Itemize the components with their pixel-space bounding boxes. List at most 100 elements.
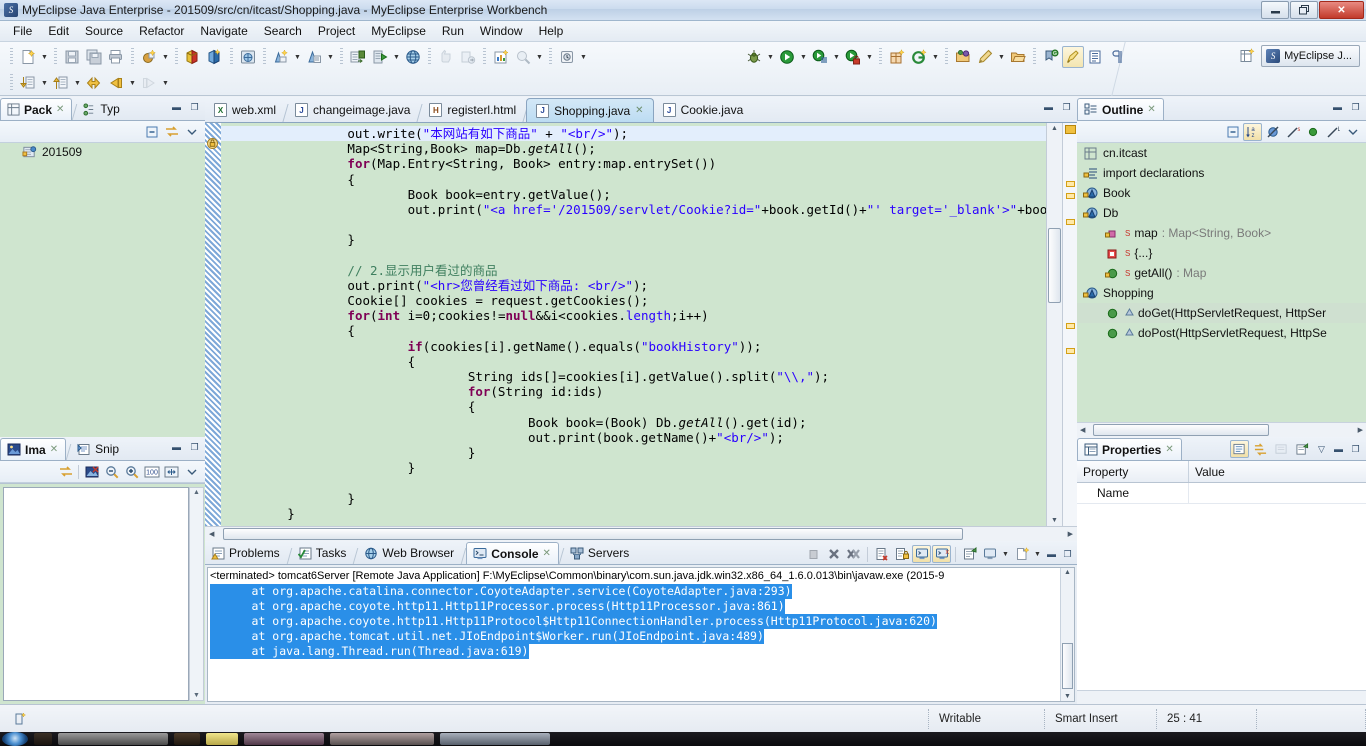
scroll-down-icon[interactable]: ▼ [1064, 693, 1071, 700]
menu-search[interactable]: Search [256, 22, 310, 40]
close-icon[interactable]: ✕ [50, 444, 58, 455]
restore-default-icon[interactable] [1272, 440, 1291, 458]
properties-table[interactable]: Name [1077, 483, 1366, 690]
editor-tab-cookie[interactable]: J Cookie.java [654, 98, 753, 122]
run-secure-icon[interactable] [842, 46, 864, 68]
maximize-view-icon[interactable]: ❐ [1348, 442, 1363, 456]
open-console-dropdown-icon[interactable]: ▼ [1032, 543, 1043, 565]
search-icon[interactable] [512, 46, 534, 68]
view-menu-icon[interactable] [1343, 123, 1362, 141]
tab-snippets[interactable]: Snip [71, 438, 126, 460]
taskbar-item[interactable] [244, 733, 324, 745]
zoom-in-icon[interactable] [122, 463, 141, 481]
close-icon[interactable]: ✕ [56, 104, 64, 115]
toggle-mark-occurrences-icon[interactable]: G [1040, 46, 1062, 68]
scroll-left-icon[interactable]: ◀ [205, 530, 214, 538]
minimize-view-icon[interactable]: ▬ [169, 440, 184, 454]
editor-vertical-scrollbar[interactable]: ▲ ▼ [1046, 123, 1062, 526]
toolbar-grip[interactable] [10, 48, 13, 66]
view-menu-icon[interactable] [182, 123, 201, 141]
toolbar-grip-14[interactable] [1033, 48, 1036, 66]
tab-web-browser[interactable]: Web Browser [358, 542, 461, 564]
editor-tab-shopping[interactable]: J Shopping.java ✕ [526, 98, 654, 122]
view-menu-icon[interactable] [182, 463, 201, 481]
open-web-browser-icon[interactable] [402, 46, 424, 68]
menu-source[interactable]: Source [77, 22, 131, 40]
new-servlet-dropdown-icon[interactable]: ▼ [292, 46, 303, 68]
maximize-view-icon[interactable]: ❐ [187, 440, 202, 454]
zoom-out-icon[interactable] [102, 463, 121, 481]
debug-icon[interactable] [743, 46, 765, 68]
maximize-view-icon[interactable]: ❐ [1348, 100, 1363, 114]
last-edit-dropdown-icon[interactable]: ▼ [578, 46, 589, 68]
table-row[interactable]: Name [1077, 483, 1366, 504]
scrollbar-thumb[interactable] [1048, 228, 1061, 303]
git-dropdown-icon[interactable]: ▼ [930, 46, 941, 68]
minimize-console-icon[interactable]: ▬ [1044, 547, 1059, 561]
previous-annotation-icon[interactable] [50, 72, 72, 94]
hide-static-icon[interactable]: s [1283, 123, 1302, 141]
forward-icon[interactable] [138, 72, 160, 94]
zoom-100-icon[interactable]: 100 [142, 463, 161, 481]
tab-image-viewer[interactable]: Ima ✕ [0, 438, 67, 460]
editor-gutter[interactable] [205, 123, 221, 526]
show-categories-icon[interactable] [1230, 440, 1249, 458]
scroll-up-icon[interactable]: ▲ [1064, 569, 1071, 576]
open-folder-icon[interactable] [1007, 46, 1029, 68]
scroll-left-icon[interactable]: ◀ [1077, 426, 1085, 434]
clear-console-icon[interactable] [872, 545, 891, 563]
show-advanced-icon[interactable] [1251, 440, 1270, 458]
taskbar-item[interactable] [174, 733, 200, 745]
menu-run[interactable]: Run [434, 22, 472, 40]
outline-item[interactable]: SgetAll() : Map [1077, 263, 1366, 283]
menu-help[interactable]: Help [531, 22, 572, 40]
outline-horizontal-scrollbar[interactable]: ◀ ▶ [1077, 422, 1366, 437]
next-annotation-dropdown-icon[interactable]: ▼ [39, 72, 50, 94]
block-selection-icon[interactable] [1084, 46, 1106, 68]
scroll-right-icon[interactable]: ▶ [1068, 530, 1073, 538]
deploy-icon[interactable] [182, 46, 204, 68]
toolbar-grip-11[interactable] [10, 74, 13, 92]
tree-item-project[interactable]: 201509 [0, 143, 205, 161]
minimize-editor-icon[interactable]: ▬ [1041, 100, 1056, 114]
view-menu-icon[interactable]: ▽ [1314, 442, 1329, 456]
start-button-icon[interactable] [2, 732, 28, 746]
minimize-button[interactable] [1261, 1, 1289, 19]
toolbar-grip-3[interactable] [131, 48, 134, 66]
link-with-editor-icon[interactable] [56, 463, 75, 481]
package-explorer-tree[interactable]: 201509 [0, 143, 205, 437]
collapse-all-icon[interactable] [1223, 123, 1242, 141]
print-icon[interactable] [105, 46, 127, 68]
console-trace-line[interactable]: at org.apache.coyote.http11.Http11Protoc… [210, 614, 1058, 629]
outline-hscrollbar-thumb[interactable] [1093, 424, 1269, 436]
console-scrollbar-thumb[interactable] [1062, 643, 1073, 689]
validate-icon[interactable] [435, 46, 457, 68]
forward-history-icon[interactable] [105, 72, 127, 94]
db-browser-icon[interactable] [347, 46, 369, 68]
pin-console-icon[interactable] [960, 545, 979, 563]
scroll-lock-icon[interactable] [892, 545, 911, 563]
previous-annotation-dropdown-icon[interactable]: ▼ [72, 72, 83, 94]
scroll-up-icon[interactable]: ▲ [1051, 125, 1058, 132]
menu-refactor[interactable]: Refactor [131, 22, 192, 40]
outline-item[interactable]: Book [1077, 183, 1366, 203]
taskbar-item[interactable] [34, 733, 52, 745]
fit-to-window-icon[interactable] [162, 463, 181, 481]
pin-properties-icon[interactable] [1293, 440, 1312, 458]
perspective-myeclipse-java[interactable]: S MyEclipse J... [1261, 45, 1360, 67]
open-console-icon[interactable] [1012, 545, 1031, 563]
run-secure-dropdown-icon[interactable]: ▼ [864, 46, 875, 68]
code-editor[interactable]: out.write("本网站有如下商品" + "<br/>"); Map<Str… [221, 123, 1046, 526]
console-trace-line[interactable]: at org.apache.coyote.http11.Http11Proces… [210, 599, 1058, 614]
deploy2-icon[interactable] [204, 46, 226, 68]
console-output[interactable]: <terminated> tomcat6Server [Remote Java … [207, 567, 1075, 702]
back-history-icon[interactable] [83, 72, 105, 94]
outline-item[interactable]: Shopping [1077, 283, 1366, 303]
scroll-right-icon[interactable]: ▶ [1358, 426, 1363, 434]
scroll-up-icon[interactable]: ▲ [193, 489, 200, 496]
collapse-all-icon[interactable] [142, 123, 161, 141]
debug-dropdown-icon[interactable]: ▼ [765, 46, 776, 68]
menu-project[interactable]: Project [310, 22, 363, 40]
warning-marker-icon[interactable] [206, 137, 219, 153]
toolbar-grip-10[interactable] [549, 48, 552, 66]
